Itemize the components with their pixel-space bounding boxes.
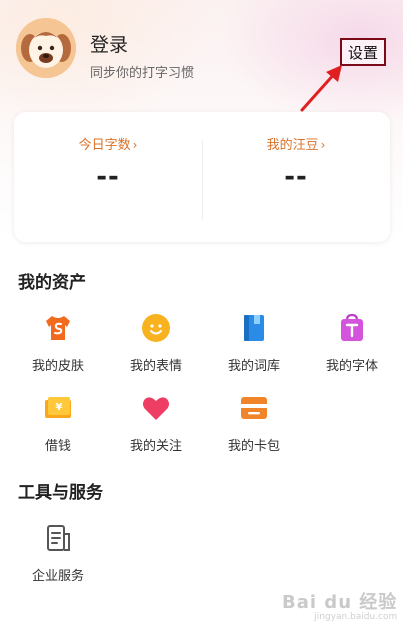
today-word-count-value: --: [96, 162, 120, 192]
grid-item-my-follows[interactable]: 我的关注: [108, 392, 204, 454]
grid-item-my-emoji[interactable]: 我的表情: [108, 312, 204, 374]
dictionary-book-icon: [244, 315, 264, 341]
login-subtitle: 同步你的打字习惯: [90, 66, 195, 81]
today-word-count-label: 今日字数: [78, 138, 131, 153]
assets-section-title: 我的资产: [18, 273, 86, 293]
avatar[interactable]: [16, 18, 76, 78]
card-wallet-icon: [241, 397, 267, 419]
emoji-face-icon: [142, 314, 170, 342]
font-bag-icon: [341, 313, 363, 341]
grid-item-enterprise-service[interactable]: 企业服务: [10, 522, 106, 584]
grid-item-label: 我的皮肤: [31, 359, 84, 374]
grid-item-borrow-money[interactable]: ¥ 借钱: [10, 392, 106, 454]
grid-item-my-dictionary[interactable]: 我的词库: [206, 312, 302, 374]
grid-item-label: 我的表情: [129, 359, 182, 374]
chevron-right-icon: ›: [320, 138, 326, 152]
baidu-watermark: Bai du 经验 jingyan.baidu.com: [282, 592, 398, 622]
svg-text:¥: ¥: [56, 402, 63, 413]
stats-card: 今日字数 › -- 我的汪豆 › --: [14, 112, 390, 242]
grid-item-label: 我的字体: [325, 359, 378, 374]
grid-item-label: 我的卡包: [227, 439, 280, 454]
enterprise-document-icon: [47, 525, 70, 551]
grid-item-my-skin[interactable]: 我的皮肤: [10, 312, 106, 374]
heart-icon: [143, 397, 169, 420]
grid-item-my-cards[interactable]: 我的卡包: [206, 392, 302, 454]
grid-item-label: 借钱: [44, 439, 71, 454]
grid-item-label: 企业服务: [31, 569, 84, 584]
tools-section-title: 工具与服务: [18, 483, 103, 503]
grid-item-label: 我的关注: [129, 439, 182, 454]
my-beans-value: --: [284, 162, 308, 192]
skin-shirt-icon: [46, 316, 70, 340]
my-beans-label: 我的汪豆: [266, 138, 319, 153]
grid-item-label: 我的词库: [227, 359, 280, 374]
dog-avatar-icon: [16, 18, 76, 78]
chevron-right-icon: ›: [132, 138, 138, 152]
annotation-arrow-icon: [300, 65, 342, 112]
today-word-count[interactable]: 今日字数 › --: [14, 112, 202, 242]
my-beans[interactable]: 我的汪豆 › --: [202, 112, 390, 242]
settings-button[interactable]: 设置: [340, 38, 386, 66]
borrow-money-icon: ¥: [45, 397, 71, 418]
login-title[interactable]: 登录: [90, 30, 128, 57]
grid-item-my-font[interactable]: 我的字体: [304, 312, 400, 374]
